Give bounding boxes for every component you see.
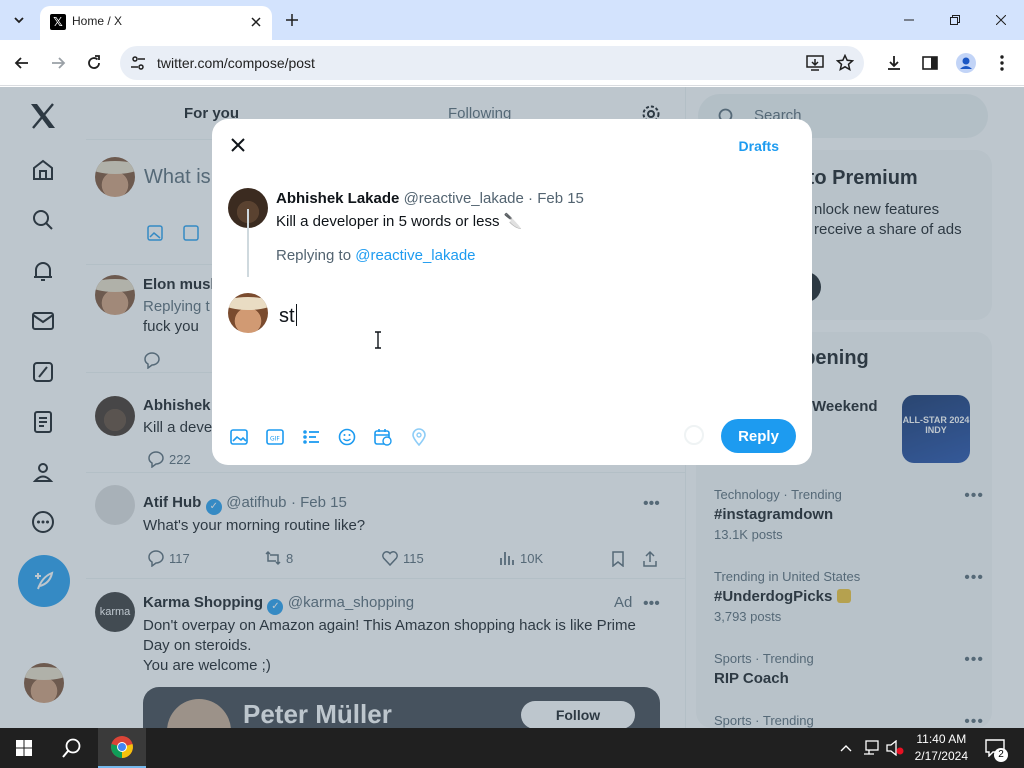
side-panel-button[interactable] (917, 50, 943, 76)
address-bar[interactable]: twitter.com/compose/post (120, 46, 864, 80)
location-button[interactable] (410, 425, 446, 449)
taskbar-chrome[interactable] (98, 728, 146, 768)
reload-button[interactable] (81, 50, 107, 76)
quoted-handle: @reactive_lakade (403, 190, 524, 207)
tab-search-button[interactable] (6, 8, 32, 32)
close-tab-button[interactable] (246, 12, 266, 32)
replying-handle-link[interactable]: @reactive_lakade (355, 247, 475, 264)
chevron-down-icon (13, 14, 25, 26)
new-tab-button[interactable] (280, 8, 304, 32)
install-app-icon[interactable] (806, 54, 824, 72)
reply-textarea[interactable]: st (279, 304, 297, 328)
forward-button[interactable] (45, 50, 71, 76)
notification-count: 2 (994, 748, 1008, 762)
quoted-date: · Feb 15 (528, 190, 584, 207)
clock-time: 11:40 AM (916, 732, 967, 746)
reply-dialog: Drafts Abhishek Lakade @reactive_lakade … (212, 119, 812, 465)
reply-text-value: st (279, 305, 295, 327)
close-window-button[interactable] (978, 0, 1024, 40)
windows-taskbar: 11:40 AM 2/17/2024 2 (0, 728, 1024, 768)
speaker-muted-icon (886, 740, 904, 756)
browser-titlebar: 𝕏 Home / X (0, 0, 1024, 40)
back-button[interactable] (9, 50, 35, 76)
profile-icon (956, 53, 976, 73)
gif-button[interactable]: GIF (266, 425, 302, 449)
profile-button[interactable] (953, 50, 979, 76)
arrow-left-icon (14, 55, 30, 71)
start-button[interactable] (0, 728, 48, 768)
system-clock[interactable]: 11:40 AM 2/17/2024 (915, 731, 968, 765)
search-icon (62, 738, 82, 758)
minimize-button[interactable] (886, 0, 932, 40)
emoji-button[interactable] (338, 425, 374, 449)
x-logo-icon: 𝕏 (50, 14, 66, 30)
browser-tab[interactable]: 𝕏 Home / X (40, 6, 272, 40)
x-page: For you Following What is Elon musk Repl… (0, 87, 1024, 728)
chevron-up-icon (840, 744, 852, 752)
character-progress-ring (684, 425, 704, 445)
text-caret (295, 304, 297, 326)
downloads-button[interactable] (881, 50, 907, 76)
taskbar-search-button[interactable] (48, 728, 96, 768)
location-pin-icon (410, 428, 428, 446)
smiley-icon (338, 428, 356, 446)
image-icon (230, 428, 248, 446)
plus-icon (286, 14, 298, 26)
show-hidden-icons-button[interactable] (836, 728, 856, 768)
chrome-logo-icon (110, 735, 134, 759)
drafts-button[interactable]: Drafts (739, 138, 779, 154)
close-icon (231, 138, 245, 152)
arrow-right-icon (50, 55, 66, 71)
download-icon (886, 55, 902, 71)
site-settings-icon[interactable] (130, 55, 146, 71)
restore-icon (950, 15, 960, 25)
replying-prefix: Replying to (276, 247, 352, 264)
browser-toolbar: twitter.com/compose/post (0, 40, 1024, 86)
reload-icon (86, 55, 102, 71)
notifications-button[interactable]: 2 (980, 728, 1010, 768)
network-tray-button[interactable] (860, 728, 882, 768)
thread-line (247, 209, 249, 277)
compose-toolbar: GIF (230, 425, 446, 449)
reply-button[interactable]: Reply (721, 419, 796, 453)
network-icon (862, 740, 880, 756)
close-icon (251, 17, 261, 27)
avatar (228, 293, 268, 333)
media-button[interactable] (230, 425, 266, 449)
more-vertical-icon (1000, 55, 1004, 71)
calendar-clock-icon (374, 428, 392, 446)
url-text: twitter.com/compose/post (157, 55, 315, 71)
replying-to: Replying to @reactive_lakade (276, 247, 476, 264)
gif-icon: GIF (266, 428, 284, 446)
tab-title: Home / X (72, 14, 123, 28)
ibeam-cursor-icon (374, 331, 382, 349)
restore-button[interactable] (932, 0, 978, 40)
quoted-post-header: Abhishek Lakade @reactive_lakade · Feb 1… (276, 190, 584, 207)
clock-date: 2/17/2024 (914, 749, 968, 763)
close-dialog-button[interactable] (226, 133, 250, 157)
schedule-button[interactable] (374, 425, 410, 449)
minimize-icon (904, 15, 914, 25)
quoted-text: Kill a developer in 5 words or less 🔪 (276, 213, 523, 230)
svg-text:GIF: GIF (270, 436, 280, 443)
chrome-menu-button[interactable] (989, 50, 1015, 76)
quoted-author: Abhishek Lakade (276, 190, 400, 207)
close-icon (996, 15, 1006, 25)
poll-icon (302, 428, 320, 446)
volume-tray-button[interactable] (884, 728, 906, 768)
windows-logo-icon (16, 740, 32, 756)
bookmark-star-icon[interactable] (836, 54, 854, 72)
side-panel-icon (922, 55, 938, 71)
modal-backdrop[interactable]: Drafts Abhishek Lakade @reactive_lakade … (0, 87, 1024, 728)
poll-button[interactable] (302, 425, 338, 449)
